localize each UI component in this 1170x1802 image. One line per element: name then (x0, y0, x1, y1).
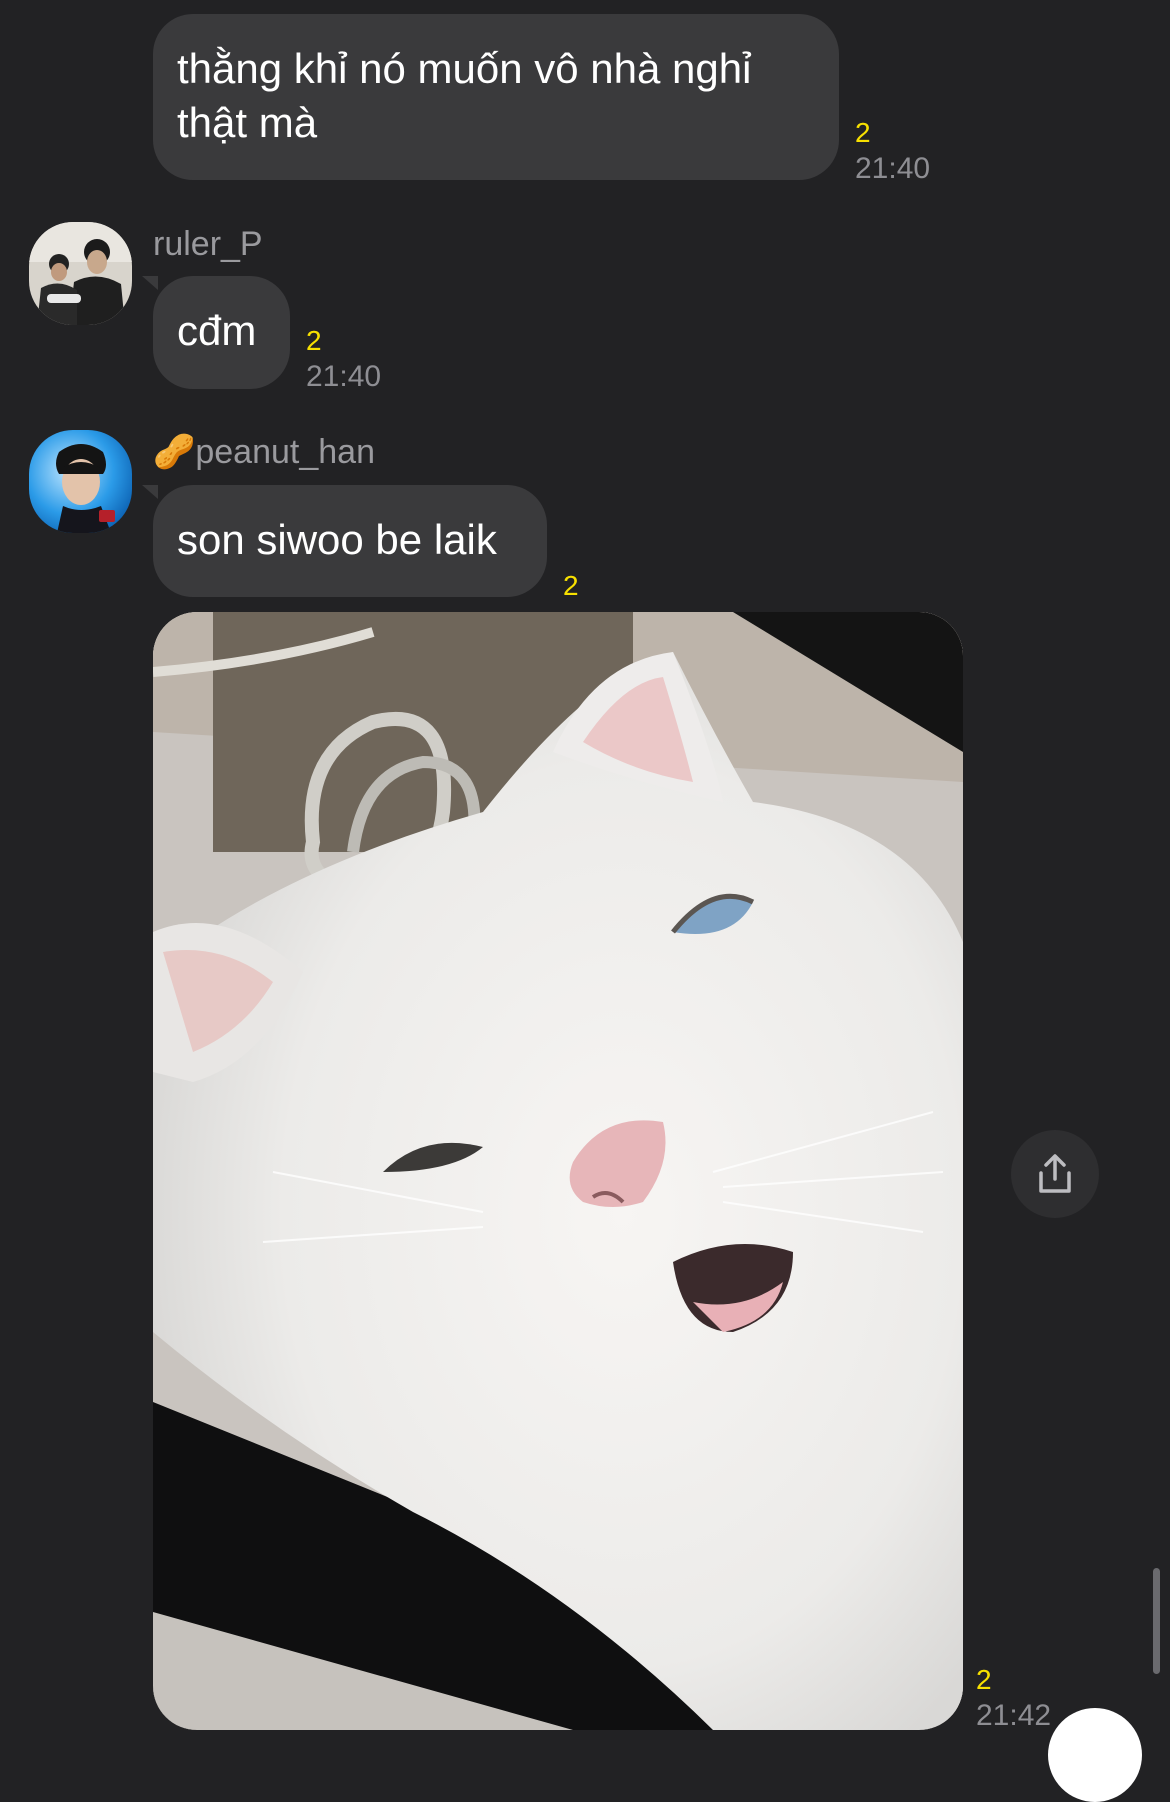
message-bubble[interactable]: son siwoo be laik (153, 485, 547, 597)
image-message[interactable] (153, 612, 963, 1730)
unread-count: 2 (976, 1664, 992, 1695)
avatar-image (29, 222, 132, 325)
message-text: thằng khỉ nó muốn vô nhà nghỉ thật mà (177, 45, 752, 146)
message-time: 21:40 (306, 360, 382, 393)
unread-count: 2 (306, 325, 322, 356)
share-icon (1039, 1154, 1071, 1193)
unread-count: 2 (563, 570, 579, 601)
avatar[interactable] (29, 222, 132, 325)
bubble-tail (142, 485, 158, 499)
sender-name-text: peanut_han (195, 433, 375, 471)
sender-name: ruler_P (153, 225, 263, 263)
message-bubble[interactable]: cđm (153, 276, 290, 389)
cat-photo (153, 612, 963, 1730)
unread-count: 2 (855, 117, 871, 148)
sender-name: 🥜peanut_han (153, 432, 375, 472)
avatar-image (29, 430, 132, 533)
message-text: son siwoo be laik (177, 516, 497, 563)
message-time: 21:42 (976, 1699, 1052, 1732)
peanut-emoji-icon: 🥜 (153, 433, 196, 471)
bubble-tail (142, 276, 158, 290)
scrollbar[interactable] (1153, 1568, 1160, 1674)
share-button[interactable] (1011, 1130, 1099, 1218)
message-text: cđm (177, 307, 257, 354)
message-time: 21:40 (855, 152, 931, 185)
scroll-down-button[interactable] (1048, 1708, 1142, 1802)
message-bubble[interactable]: thằng khỉ nó muốn vô nhà nghỉ thật mà (153, 14, 839, 180)
avatar[interactable] (29, 430, 132, 533)
